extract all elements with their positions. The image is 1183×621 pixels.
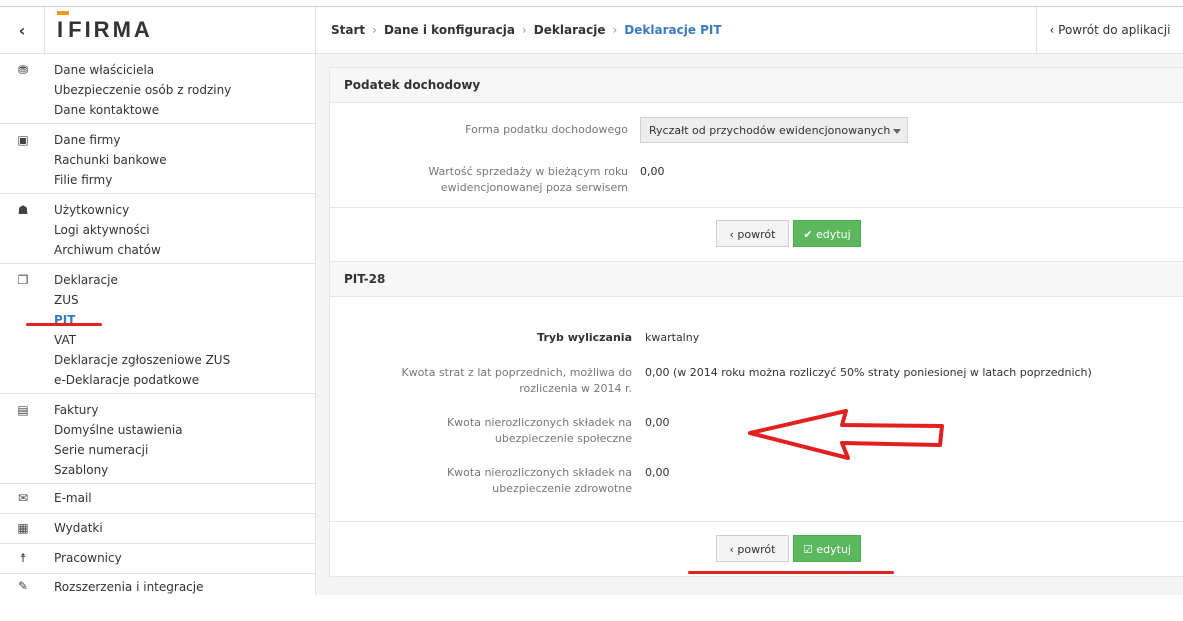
- social-value: 0,00: [645, 416, 670, 429]
- declarations-icon: ❐: [17, 273, 29, 287]
- sidebar-group-company: ▣ Dane firmy Rachunki bankowe Filie firm…: [0, 124, 315, 194]
- sidebar-item-templates[interactable]: Szablony: [54, 460, 183, 480]
- sidebar-group-employees: ☨ Pracownicy: [0, 544, 315, 574]
- edit-button[interactable]: ✔ edytuj: [793, 220, 861, 247]
- sidebar-item-chat-archive[interactable]: Archiwum chatów: [54, 240, 161, 260]
- sales-label: Wartość sprzedaży w bieżącym roku ewiden…: [428, 165, 628, 194]
- owner-bag-icon: ⛃: [17, 63, 29, 77]
- annotation-underline-pit: [26, 323, 102, 326]
- breadcrumb-start[interactable]: Start: [331, 23, 365, 37]
- sales-value: 0,00: [640, 165, 665, 178]
- logo-mark: I: [57, 11, 69, 43]
- sidebar-group-extensions: ✎ Rozszerzenia i integracje: [0, 574, 315, 595]
- mode-label: Tryb wyliczania: [537, 331, 632, 344]
- sidebar-item-vat[interactable]: VAT: [54, 330, 230, 350]
- plug-icon: ✎: [17, 579, 29, 593]
- divider: [330, 521, 1183, 522]
- sidebar-item-default-settings[interactable]: Domyślne ustawienia: [54, 420, 183, 440]
- sidebar-group-owner: ⛃ Dane właściciela Ubezpieczenie osób z …: [0, 54, 315, 124]
- social-label: Kwota nierozliczonych składek na ubezpie…: [446, 416, 632, 445]
- sidebar: ‹ I FIRMA ⛃ Dane właściciela Ubezpieczen…: [0, 7, 316, 595]
- sidebar-item-bank-accounts[interactable]: Rachunki bankowe: [54, 150, 167, 170]
- logo[interactable]: I FIRMA: [57, 11, 153, 45]
- breadcrumb-separator-icon: ›: [521, 23, 527, 37]
- sidebar-item-invoices[interactable]: Faktury: [54, 400, 183, 420]
- divider: [330, 207, 1183, 208]
- loss-value: 0,00 (w 2014 roku można rozliczyć 50% st…: [645, 366, 1092, 379]
- money-icon: ▦: [17, 521, 29, 535]
- breadcrumb-separator-icon: ›: [612, 23, 618, 37]
- sidebar-item-zus-registration[interactable]: Deklaracje zgłoszeniowe ZUS: [54, 350, 230, 370]
- breadcrumb: Start › Dane i konfiguracja › Deklaracje…: [331, 7, 722, 53]
- sidebar-item-pit[interactable]: PIT: [54, 310, 230, 330]
- sidebar-group-declarations: ❐ Deklaracje ZUS PIT VAT Deklaracje zgło…: [0, 264, 315, 394]
- envelope-icon: ✉: [17, 491, 29, 505]
- income-tax-panel: Podatek dochodowy Forma podatku dochodow…: [329, 67, 1183, 262]
- tax-form-value: Ryczałt od przychodów ewidencjonowanych: [649, 124, 891, 137]
- annotation-arrow-icon: [748, 409, 944, 460]
- sidebar-item-users[interactable]: Użytkownicy: [54, 200, 161, 220]
- sidebar-item-expenses[interactable]: Wydatki: [54, 518, 103, 538]
- panel-title: Podatek dochodowy: [330, 68, 1183, 103]
- sidebar-group-expenses: ▦ Wydatki: [0, 514, 315, 544]
- health-value: 0,00: [645, 466, 670, 479]
- sidebar-item-declarations[interactable]: Deklaracje: [54, 270, 230, 290]
- sidebar-group-invoices: ▤ Faktury Domyślne ustawienia Serie nume…: [0, 394, 315, 484]
- annotation-underline-buttons: [688, 571, 894, 574]
- back-button[interactable]: ‹ powrót: [716, 220, 789, 247]
- sidebar-item-family-insurance[interactable]: Ubezpieczenie osób z rodziny: [54, 80, 231, 100]
- collapse-sidebar-button[interactable]: ‹: [0, 7, 45, 53]
- main-content: Podatek dochodowy Forma podatku dochodow…: [316, 54, 1183, 595]
- breadcrumb-config[interactable]: Dane i konfiguracja: [384, 23, 515, 37]
- page-bottom: [0, 595, 1183, 621]
- mode-value: kwartalny: [645, 331, 700, 344]
- document-icon: ▤: [17, 403, 29, 417]
- person-icon: ☨: [19, 551, 27, 565]
- sidebar-item-e-declarations[interactable]: e-Deklaracje podatkowe: [54, 370, 230, 390]
- sidebar-group-email: ✉ E-mail: [0, 484, 315, 514]
- chevron-left-icon: ‹: [18, 20, 26, 40]
- panel-title: PIT-28: [330, 262, 1183, 297]
- back-button[interactable]: ‹ powrót: [716, 535, 789, 562]
- sidebar-item-numbering-series[interactable]: Serie numeracji: [54, 440, 183, 460]
- tax-form-select[interactable]: Ryczałt od przychodów ewidencjonowanych: [640, 117, 908, 143]
- sidebar-item-extensions[interactable]: Rozszerzenia i integracje: [54, 577, 204, 597]
- users-icon: ☗: [17, 203, 29, 217]
- sidebar-item-activity-logs[interactable]: Logi aktywności: [54, 220, 161, 240]
- briefcase-icon: ▣: [17, 133, 29, 147]
- top-bar: Start › Dane i konfiguracja › Deklaracje…: [316, 7, 1183, 54]
- sidebar-item-email[interactable]: E-mail: [54, 488, 92, 508]
- breadcrumb-separator-icon: ›: [372, 23, 377, 37]
- sidebar-group-users: ☗ Użytkownicy Logi aktywności Archiwum c…: [0, 194, 315, 264]
- sidebar-item-contact-data[interactable]: Dane kontaktowe: [54, 100, 231, 120]
- edit-button[interactable]: ☑ edytuj: [793, 535, 861, 562]
- breadcrumb-declarations[interactable]: Deklaracje: [534, 23, 606, 37]
- sidebar-header: ‹ I FIRMA: [0, 7, 315, 54]
- loss-label: Kwota strat z lat poprzednich, możliwa d…: [401, 366, 632, 395]
- form-label: Forma podatku dochodowego: [465, 123, 628, 136]
- sidebar-item-employees[interactable]: Pracownicy: [54, 548, 122, 568]
- caret-down-icon: [893, 129, 901, 134]
- logo-text: FIRMA: [68, 17, 153, 42]
- health-label: Kwota nierozliczonych składek na ubezpie…: [446, 466, 632, 495]
- sidebar-item-company-data[interactable]: Dane firmy: [54, 130, 167, 150]
- breadcrumb-current: Deklaracje PIT: [624, 23, 722, 37]
- back-to-app-button[interactable]: ‹ Powrót do aplikacji: [1036, 7, 1183, 53]
- sidebar-item-branches[interactable]: Filie firmy: [54, 170, 167, 190]
- sidebar-item-zus[interactable]: ZUS: [54, 290, 230, 310]
- sidebar-item-owner-data[interactable]: Dane właściciela: [54, 60, 231, 80]
